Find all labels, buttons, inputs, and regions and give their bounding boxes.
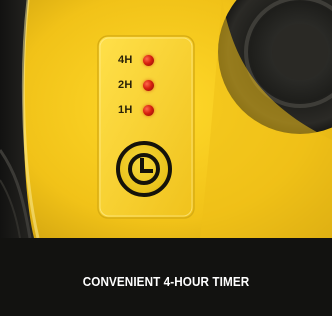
timer-setting-label-2h: 2H: [118, 79, 133, 91]
led-icon: [143, 55, 154, 66]
led-icon: [143, 80, 154, 91]
device-illustration: [0, 0, 332, 238]
wheel-hub: [272, 24, 328, 80]
product-feature-card: 4H 2H 1H CONVENIENT 4-HOUR TIMER: [0, 0, 332, 316]
caption-text: CONVENIENT 4-HOUR TIMER: [82, 274, 250, 289]
timer-setting-label-1h: 1H: [118, 104, 133, 116]
led-icon: [143, 105, 154, 116]
timer-setting-label-4h: 4H: [118, 54, 133, 66]
clock-icon: [128, 153, 160, 185]
product-photo: 4H 2H 1H: [0, 0, 332, 238]
timer-button[interactable]: [116, 141, 172, 197]
